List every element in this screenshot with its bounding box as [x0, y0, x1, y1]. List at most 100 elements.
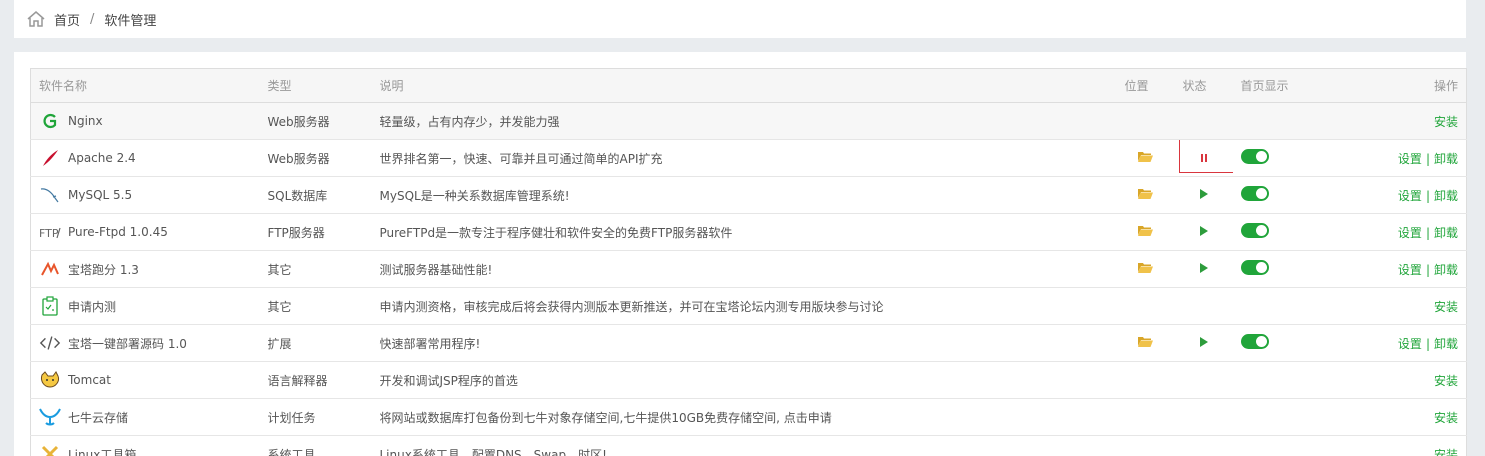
homepage-toggle[interactable] [1240, 186, 1269, 201]
cell-desc: 世界排名第一，快速、可靠并且可通过简单的API扩充 [379, 151, 663, 166]
cell-location [1117, 140, 1175, 177]
mysql-dolphin-icon [39, 184, 61, 206]
folder-icon[interactable] [1138, 225, 1153, 236]
cell-name: Nginx [31, 103, 260, 140]
cell-status [1175, 214, 1233, 251]
cell-location [1117, 103, 1175, 140]
action-separator: | [1425, 188, 1430, 203]
cell-action: 设置 | 卸载 [1353, 325, 1467, 362]
cell-name: FTP Pure-Ftpd 1.0.45 [31, 214, 260, 251]
cell-desc: 将网站或数据库打包备份到七牛对象存储空间,七牛提供10GB免费存储空间, 点击申… [379, 410, 832, 425]
settings-link[interactable]: 设置 [1398, 152, 1422, 166]
folder-icon[interactable] [1138, 336, 1153, 347]
table-row: 申请内测 其它 申请内测资格，审核完成后将会获得内测版本更新推送，并可在宝塔论坛内测… [30, 288, 1467, 325]
cell-homepage [1233, 325, 1353, 362]
install-link[interactable]: 安装 [1434, 115, 1458, 129]
cell-status [1175, 288, 1233, 325]
cell-type: 扩展 [267, 336, 292, 351]
homepage-toggle[interactable] [1240, 149, 1269, 164]
settings-link[interactable]: 设置 [1398, 189, 1422, 203]
cell-homepage [1233, 140, 1353, 177]
uninstall-link[interactable]: 卸载 [1434, 263, 1458, 277]
cell-homepage [1233, 103, 1353, 140]
uninstall-link[interactable]: 卸载 [1434, 226, 1458, 240]
homepage-toggle[interactable] [1240, 260, 1269, 275]
cell-action: 设置 | 卸载 [1353, 214, 1467, 251]
folder-icon[interactable] [1138, 151, 1153, 162]
play-icon[interactable] [1199, 226, 1208, 236]
cell-status [1175, 251, 1233, 288]
uninstall-link[interactable]: 卸载 [1434, 189, 1458, 203]
cell-action: 安装 [1353, 436, 1467, 456]
cell-status [1175, 139, 1233, 177]
cell-status [1175, 177, 1233, 214]
software-name: MySQL 5.5 [68, 188, 133, 202]
action-separator: | [1425, 262, 1430, 277]
cell-action: 设置 | 卸载 [1353, 251, 1467, 288]
software-name: Tomcat [68, 373, 111, 387]
table-row: Linux工具箱 系统工具 Linux系统工具，配置DNS、Swap、时区! 安装 [31, 436, 1467, 456]
install-link[interactable]: 安装 [1434, 300, 1458, 314]
settings-link[interactable]: 设置 [1398, 337, 1422, 351]
cell-name: 宝塔跑分 1.3 [31, 251, 260, 288]
software-name: Pure-Ftpd 1.0.45 [68, 225, 168, 239]
folder-icon[interactable] [1138, 188, 1153, 199]
col-desc: 说明 [371, 68, 1117, 103]
cell-homepage [1233, 251, 1353, 288]
nginx-icon [39, 110, 61, 132]
action-separator: | [1425, 151, 1430, 166]
folder-icon[interactable] [1138, 262, 1153, 273]
code-icon [39, 332, 61, 354]
cell-type: Web服务器 [267, 114, 330, 129]
cell-name: MySQL 5.5 [31, 177, 260, 214]
cell-status [1175, 362, 1233, 399]
play-icon[interactable] [1199, 263, 1208, 273]
col-type: 类型 [259, 68, 372, 103]
homepage-toggle[interactable] [1240, 223, 1269, 238]
cell-homepage [1233, 177, 1353, 214]
cell-name: 七牛云存储 [31, 399, 260, 436]
software-name: Apache 2.4 [68, 151, 136, 165]
cell-desc: 快速部署常用程序! [379, 336, 481, 351]
software-name: Linux工具箱 [68, 447, 137, 456]
settings-link[interactable]: 设置 [1398, 226, 1422, 240]
cell-type: 其它 [267, 262, 292, 277]
cell-type: SQL数据库 [267, 188, 328, 203]
cell-desc: 申请内测资格，审核完成后将会获得内测版本更新推送，并可在宝塔论坛内测专用版块参与… [379, 299, 884, 314]
homepage-toggle[interactable] [1240, 334, 1269, 349]
home-icon[interactable] [26, 9, 46, 29]
cell-status [1175, 103, 1233, 140]
table-row: Apache 2.4 Web服务器 世界排名第一，快速、可靠并且可通过简单的API扩… [30, 139, 1467, 177]
cell-location [1117, 362, 1175, 399]
svg-text:FTP: FTP [39, 227, 59, 240]
play-icon[interactable] [1199, 189, 1208, 199]
cell-type: FTP服务器 [267, 225, 325, 240]
breadcrumb-home[interactable]: 首页 [54, 10, 80, 29]
install-link[interactable]: 安装 [1434, 374, 1458, 388]
cell-name: 宝塔一键部署源码 1.0 [31, 325, 260, 362]
cell-desc: 开发和调试JSP程序的首选 [379, 373, 518, 388]
table-row: 宝塔跑分 1.3 其它 测试服务器基础性能! 设置 | 卸载 [30, 251, 1467, 288]
action-separator: | [1425, 336, 1430, 351]
clipboard-icon [39, 295, 61, 317]
uninstall-link[interactable]: 卸载 [1434, 152, 1458, 166]
cell-type: 计划任务 [267, 410, 316, 425]
table-row: Tomcat 语言解释器 开发和调试JSP程序的首选 安装 [30, 362, 1467, 399]
benchmark-icon [39, 258, 61, 280]
uninstall-link[interactable]: 卸载 [1434, 337, 1458, 351]
install-link[interactable]: 安装 [1434, 448, 1458, 456]
settings-link[interactable]: 设置 [1398, 263, 1422, 277]
cell-homepage [1233, 288, 1353, 325]
cell-type: 语言解释器 [267, 373, 328, 388]
cell-status [1175, 325, 1233, 362]
software-name: Nginx [68, 114, 103, 128]
install-link[interactable]: 安装 [1434, 411, 1458, 425]
breadcrumb-separator: / [90, 11, 95, 27]
cell-homepage [1233, 436, 1353, 456]
cell-type: 其它 [267, 299, 292, 314]
play-icon[interactable] [1199, 337, 1208, 347]
software-name: 宝塔一键部署源码 1.0 [68, 336, 187, 351]
cell-location [1117, 399, 1175, 436]
software-name: 宝塔跑分 1.3 [68, 262, 139, 277]
breadcrumb: 首页 / 软件管理 [14, 0, 1466, 38]
